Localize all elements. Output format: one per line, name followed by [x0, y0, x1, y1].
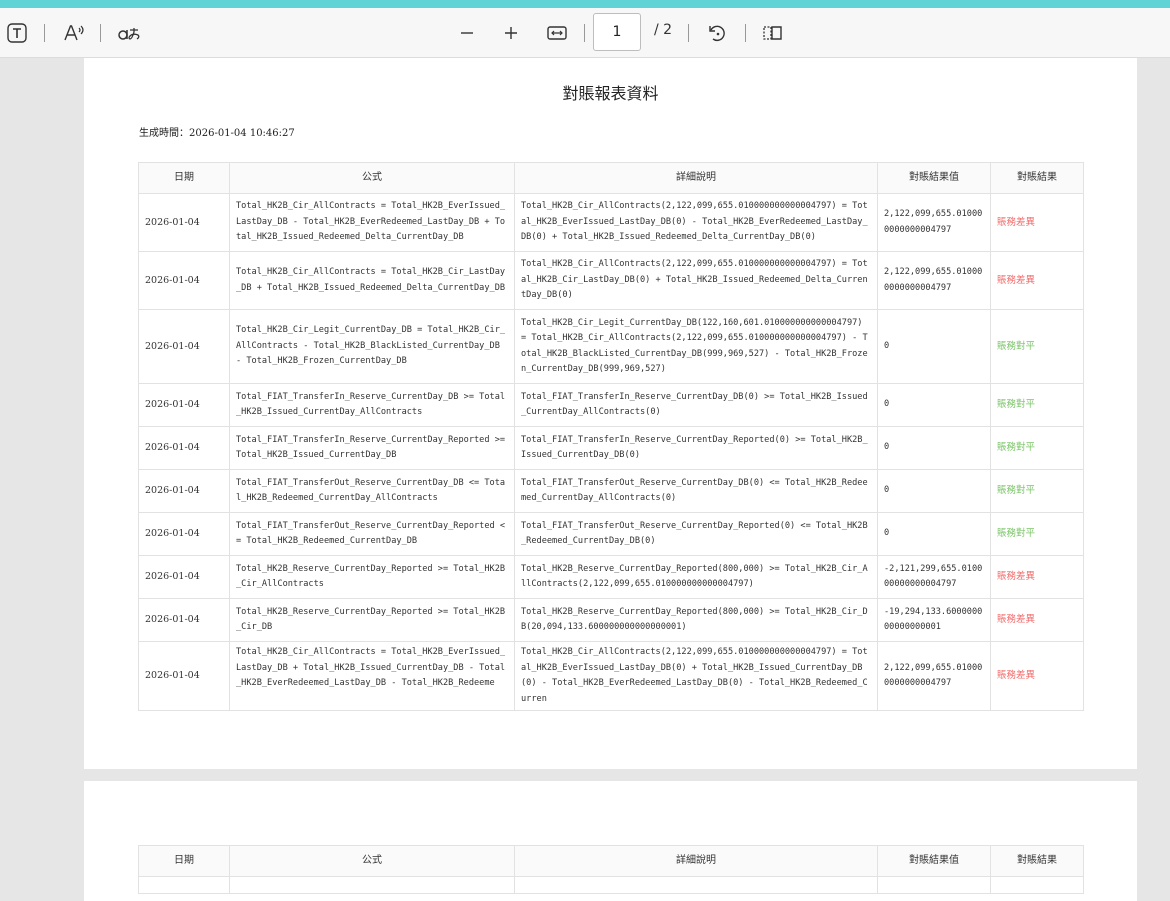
row-result: 賬務對平 — [990, 426, 1084, 470]
zoom-in-icon[interactable] — [499, 18, 523, 48]
row-date: 2026-01-04 — [138, 641, 230, 711]
toolbar-divider — [100, 24, 101, 42]
row-value: 2,122,099,655.010000000000004797 — [877, 193, 991, 252]
row-detail: Total_HK2B_Reserve_CurrentDay_Reported(8… — [514, 598, 878, 642]
table-row: 2026-01-04 Total_FIAT_TransferOut_Reserve… — [138, 512, 1084, 556]
page-view-icon[interactable] — [759, 18, 787, 48]
row-detail: Total_FIAT_TransferOut_Reserve_CurrentDa… — [514, 469, 878, 513]
zoom-out-icon[interactable] — [455, 18, 479, 48]
rotate-icon[interactable] — [704, 18, 730, 48]
row-date: 2026-01-04 — [138, 426, 230, 470]
row-formula: Total_FIAT_TransferOut_Reserve_CurrentDa… — [229, 512, 515, 556]
row-detail: Total_HK2B_Cir_AllContracts(2,122,099,65… — [514, 641, 878, 711]
row-date: 2026-01-04 — [138, 598, 230, 642]
header-value: 對賬結果值 — [877, 845, 991, 877]
row-result: 賬務對平 — [990, 469, 1084, 513]
row-result: 賬務對平 — [990, 309, 1084, 384]
row-value: 0 — [877, 512, 991, 556]
row-date: 2026-01-04 — [138, 555, 230, 599]
row-formula: Total_HK2B_Cir_AllContracts = Total_HK2B… — [229, 193, 515, 252]
row-value: 0 — [877, 426, 991, 470]
row-formula: Total_HK2B_Cir_Legit_CurrentDay_DB = Tot… — [229, 309, 515, 384]
row-date: 2026-01-04 — [138, 193, 230, 252]
row-result: 賬務差異 — [990, 555, 1084, 599]
header-value: 對賬結果值 — [877, 162, 991, 194]
toolbar-divider — [745, 24, 746, 42]
row-formula: Total_FIAT_TransferOut_Reserve_CurrentDa… — [229, 469, 515, 513]
table-row — [138, 876, 1084, 894]
row-formula: Total_HK2B_Reserve_CurrentDay_Reported >… — [229, 555, 515, 599]
header-detail: 詳細說明 — [514, 845, 878, 877]
row-result: 賬務對平 — [990, 512, 1084, 556]
header-date: 日期 — [138, 162, 230, 194]
table-row: 2026-01-04 Total_FIAT_TransferIn_Reserve_… — [138, 383, 1084, 427]
row-date: 2026-01-04 — [138, 383, 230, 427]
row-date: 2026-01-04 — [138, 512, 230, 556]
read-aloud-icon[interactable] — [60, 18, 88, 48]
table-row: 2026-01-04 Total_HK2B_Cir_AllContracts = … — [138, 193, 1084, 252]
row-value: -19,294,133.600000000000000001 — [877, 598, 991, 642]
row-detail: Total_FIAT_TransferOut_Reserve_CurrentDa… — [514, 512, 878, 556]
row-formula: Total_HK2B_Reserve_CurrentDay_Reported >… — [229, 598, 515, 642]
translate-icon[interactable] — [114, 18, 144, 48]
header-formula: 公式 — [229, 162, 515, 194]
table-row: 2026-01-04 Total_FIAT_TransferOut_Reserve… — [138, 469, 1084, 513]
header-detail: 詳細說明 — [514, 162, 878, 194]
row-value: 0 — [877, 469, 991, 513]
row-value: 0 — [877, 383, 991, 427]
pdf-page-1: 對賬報表資料 生成時間：2026-01-04 10:46:27 日期 公式 詳細… — [84, 58, 1137, 769]
row-result: 賬務對平 — [990, 383, 1084, 427]
header-date: 日期 — [138, 845, 230, 877]
row-date: 2026-01-04 — [138, 309, 230, 384]
table-header-row: 日期 公式 詳細說明 對賬結果值 對賬結果 — [138, 162, 1084, 194]
row-detail: Total_HK2B_Cir_AllContracts(2,122,099,65… — [514, 251, 878, 310]
table-row: 2026-01-04 Total_HK2B_Cir_Legit_CurrentDa… — [138, 309, 1084, 384]
toolbar-divider — [584, 24, 585, 42]
row-formula: Total_FIAT_TransferIn_Reserve_CurrentDay… — [229, 426, 515, 470]
page-total-label: / 2 — [654, 22, 673, 38]
report-title: 對賬報表資料 — [562, 84, 659, 103]
table-row: 2026-01-04 Total_HK2B_Cir_AllContracts = … — [138, 641, 1084, 711]
row-value: 0 — [877, 309, 991, 384]
generated-time: 生成時間：2026-01-04 10:46:27 — [139, 128, 295, 139]
table-row: 2026-01-04 Total_FIAT_TransferIn_Reserve_… — [138, 426, 1084, 470]
fit-width-icon[interactable] — [544, 18, 570, 48]
pdf-toolbar: 1 / 2 — [0, 8, 1170, 58]
row-date: 2026-01-04 — [138, 469, 230, 513]
toolbar-divider — [44, 24, 45, 42]
table-row: 2026-01-04 Total_HK2B_Cir_AllContracts = … — [138, 251, 1084, 310]
row-result: 賬務差異 — [990, 251, 1084, 310]
table-row: 2026-01-04 Total_HK2B_Reserve_CurrentDay_… — [138, 598, 1084, 642]
row-formula: Total_HK2B_Cir_AllContracts = Total_HK2B… — [229, 251, 515, 310]
page-number-input[interactable]: 1 — [593, 13, 641, 51]
row-detail: Total_FIAT_TransferIn_Reserve_CurrentDay… — [514, 383, 878, 427]
header-formula: 公式 — [229, 845, 515, 877]
row-formula: Total_FIAT_TransferIn_Reserve_CurrentDay… — [229, 383, 515, 427]
header-result: 對賬結果 — [990, 845, 1084, 877]
window-top-accent — [0, 0, 1170, 8]
table-header-row: 日期 公式 詳細說明 對賬結果值 對賬結果 — [138, 845, 1084, 877]
pdf-page-2: 日期 公式 詳細說明 對賬結果值 對賬結果 — [84, 781, 1137, 901]
row-detail: Total_HK2B_Reserve_CurrentDay_Reported(8… — [514, 555, 878, 599]
row-result: 賬務差異 — [990, 641, 1084, 711]
row-value: 2,122,099,655.010000000000004797 — [877, 251, 991, 310]
text-icon[interactable] — [4, 18, 30, 48]
row-detail: Total_HK2B_Cir_AllContracts(2,122,099,65… — [514, 193, 878, 252]
table-row: 2026-01-04 Total_HK2B_Reserve_CurrentDay_… — [138, 555, 1084, 599]
toolbar-divider — [688, 24, 689, 42]
row-formula: Total_HK2B_Cir_AllContracts = Total_HK2B… — [229, 641, 515, 711]
row-value: 2,122,099,655.010000000000004797 — [877, 641, 991, 711]
header-result: 對賬結果 — [990, 162, 1084, 194]
row-date: 2026-01-04 — [138, 251, 230, 310]
reconciliation-table: 日期 公式 詳細說明 對賬結果值 對賬結果 2026-01-04 Total_HK… — [138, 162, 1084, 711]
row-detail: Total_HK2B_Cir_Legit_CurrentDay_DB(122,1… — [514, 309, 878, 384]
row-result: 賬務差異 — [990, 598, 1084, 642]
row-result: 賬務差異 — [990, 193, 1084, 252]
reconciliation-table-page2: 日期 公式 詳細說明 對賬結果值 對賬結果 — [138, 845, 1084, 894]
row-value: -2,121,299,655.010000000000004797 — [877, 555, 991, 599]
row-detail: Total_FIAT_TransferIn_Reserve_CurrentDay… — [514, 426, 878, 470]
